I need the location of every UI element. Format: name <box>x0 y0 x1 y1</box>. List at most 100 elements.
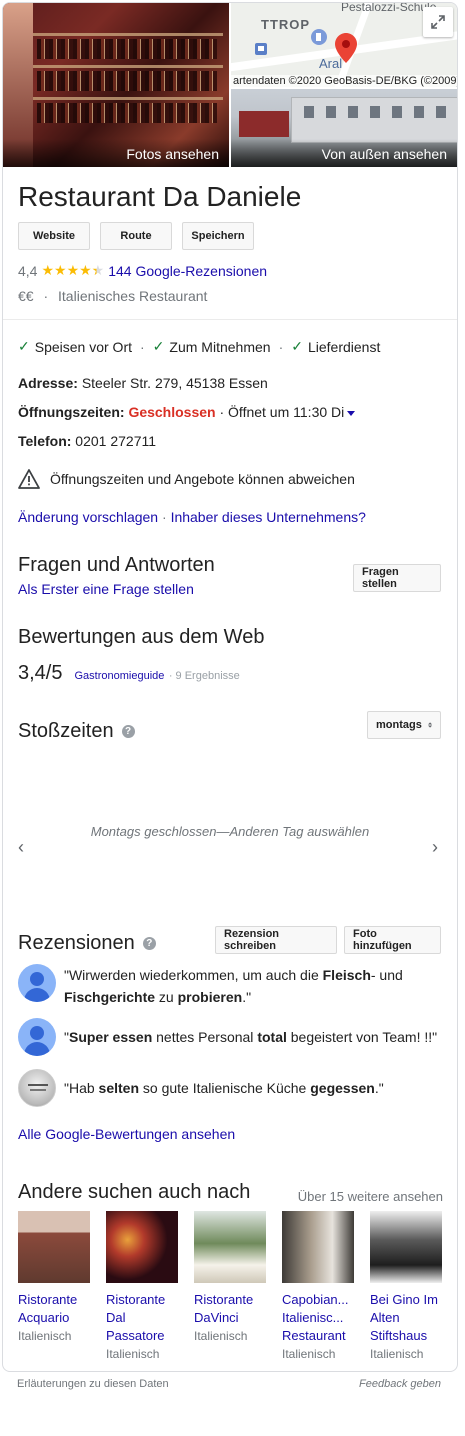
save-button[interactable]: Speichern <box>182 222 254 250</box>
rating-row: 4,4 ★★★★★ 144 Google-Rezensionen <box>18 262 267 279</box>
more-results-link[interactable]: Über 15 weitere ansehen <box>298 1189 443 1204</box>
other-thumbnail <box>18 1211 90 1283</box>
other-name: Ristorante DaVinci <box>194 1292 254 1325</box>
phone-value[interactable]: 0201 272711 <box>75 433 156 449</box>
all-reviews-link[interactable]: Alle Google-Bewertungen ansehen <box>18 1126 235 1142</box>
other-restaurant[interactable]: Bei Gino Im Alten Stiftshaus Italienisch <box>370 1211 442 1363</box>
photo-shelf <box>33 33 223 36</box>
service-dine-in: Speisen vor Ort <box>34 338 132 355</box>
photo-window <box>326 106 336 118</box>
other-restaurant[interactable]: Ristorante DaVinci Italienisch <box>194 1211 266 1363</box>
hours-warning: Öffnungszeiten und Angebote können abwei… <box>18 469 355 489</box>
service-separator: · <box>278 338 284 355</box>
price-level: €€ <box>18 288 34 304</box>
caret-down-icon[interactable] <box>347 410 356 416</box>
other-category: Italienisch <box>194 1329 248 1343</box>
exterior-caption[interactable]: Von außen ansehen <box>231 139 457 167</box>
service-takeaway: Zum Mitnehmen <box>169 338 271 355</box>
write-review-button[interactable]: Rezension schreiben <box>215 926 337 954</box>
photo-window <box>414 106 424 118</box>
hours-label: Öffnungszeiten: <box>18 404 125 420</box>
other-category: Italienisch <box>282 1347 336 1361</box>
chevron-right-icon[interactable]: › <box>432 837 438 858</box>
review-snippet[interactable]: "Hab selten so gute Italienische Küche g… <box>18 1069 443 1107</box>
business-name: Restaurant Da Daniele <box>18 181 302 212</box>
others-list: Ristorante Acquario Italienisch Ristoran… <box>18 1211 442 1363</box>
suggest-edit-link[interactable]: Änderung vorschlagen <box>18 509 158 525</box>
route-button[interactable]: Route <box>100 222 172 250</box>
hours-next: · Öffnet um 11:30 Di <box>219 404 345 420</box>
photo-window <box>304 106 314 118</box>
check-icon: ✓ <box>18 338 30 354</box>
rating-value: 4,4 <box>18 262 38 279</box>
help-icon[interactable]: ? <box>121 725 135 739</box>
divider <box>3 319 457 320</box>
web-source-count: · 9 Ergebnisse <box>168 670 240 682</box>
photo-window <box>348 106 358 118</box>
web-source-link[interactable]: Gastronomieguide <box>74 670 164 682</box>
popular-times-title: Stoßzeiten? <box>18 720 135 743</box>
address-value[interactable]: Steeler Str. 279, 45138 Essen <box>82 375 268 391</box>
other-category: Italienisch <box>106 1347 160 1361</box>
web-score-row: 3,4/5 Gastronomieguide · 9 Ergebnisse <box>18 662 240 685</box>
other-restaurant[interactable]: Ristorante Dal Passatore Italienisch <box>106 1211 178 1363</box>
interior-photo[interactable]: Fotos ansehen <box>3 3 229 167</box>
fuel-icon <box>311 29 327 45</box>
exterior-photo[interactable]: Von außen ansehen <box>231 89 457 167</box>
add-photo-button[interactable]: Foto hinzufügen <box>344 926 441 954</box>
action-buttons: Website Route Speichern <box>18 222 254 250</box>
owner-link[interactable]: Inhaber dieses Unternehmens? <box>171 509 366 525</box>
popular-times-message[interactable]: Montags geschlossen—Anderen Tag auswähle… <box>3 824 457 839</box>
help-icon[interactable]: ? <box>142 937 156 951</box>
feedback-link[interactable]: Feedback geben <box>359 1378 441 1390</box>
service-separator: · <box>140 338 145 355</box>
review-text: "Super essen nettes Personal total begei… <box>64 1029 438 1045</box>
other-name: Ristorante Dal Passatore <box>106 1292 166 1343</box>
check-icon: ✓ <box>291 338 303 354</box>
category-row: €€ · Italienisches Restaurant <box>18 288 207 304</box>
popular-times-label: Stoßzeiten <box>18 720 114 742</box>
map-area-label: TTROP <box>261 17 311 32</box>
phone-label: Telefon: <box>18 433 72 449</box>
photo-window <box>392 106 402 118</box>
edit-links: Änderung vorschlagen · Inhaber dieses Un… <box>18 509 366 525</box>
avatar-icon <box>18 1018 56 1056</box>
review-snippet[interactable]: "Wirwerden wiederkommen, um auch die Fle… <box>18 964 443 1008</box>
map-pin-icon <box>335 33 357 63</box>
data-explanation-link[interactable]: Erläuterungen zu diesen Daten <box>17 1378 169 1390</box>
photo-shelf <box>33 97 223 100</box>
chevron-left-icon[interactable]: ‹ <box>18 837 24 858</box>
web-score: 3,4/5 <box>18 662 63 684</box>
day-selector-label: montags <box>376 719 422 731</box>
photo-awning <box>239 111 289 137</box>
service-delivery: Lieferdienst <box>307 338 381 355</box>
hours-row[interactable]: Öffnungszeiten: Geschlossen · Öffnet um … <box>18 404 356 420</box>
photos-caption[interactable]: Fotos ansehen <box>3 139 229 167</box>
other-thumbnail <box>282 1211 354 1283</box>
service-options: ✓ Speisen vor Ort · ✓ Zum Mitnehmen · ✓ … <box>18 338 380 355</box>
review-snippet[interactable]: "Super essen nettes Personal total begei… <box>18 1018 443 1056</box>
ask-first-link[interactable]: Als Erster eine Frage stellen <box>18 581 194 597</box>
reviews-label: Rezensionen <box>18 932 135 954</box>
ask-question-button[interactable]: Fragen stellen <box>353 564 441 592</box>
star-icons: ★★★★★ <box>41 262 105 278</box>
warning-icon <box>18 469 40 489</box>
website-button[interactable]: Website <box>18 222 90 250</box>
reviews-link[interactable]: 144 Google-Rezensionen <box>108 263 267 279</box>
check-icon: ✓ <box>152 338 165 354</box>
edit-links-separator: · <box>162 509 167 525</box>
transit-icon <box>255 43 267 55</box>
avatar-icon <box>18 964 56 1002</box>
qa-title: Fragen und Antworten <box>18 554 215 576</box>
map-thumbnail[interactable]: TTROP Pestalozzi-Schule Aral artendaten … <box>231 3 457 87</box>
footer: Erläuterungen zu diesen Daten Feedback g… <box>17 1378 441 1390</box>
expand-map-button[interactable] <box>423 7 453 37</box>
day-selector[interactable]: montags <box>367 711 441 739</box>
category-separator: · <box>43 288 49 304</box>
other-restaurant[interactable]: Capobian... Italienisc... Restaurant Ita… <box>282 1211 354 1363</box>
photo-window <box>436 106 446 118</box>
other-category: Italienisch <box>18 1329 72 1343</box>
address-label: Adresse: <box>18 375 78 391</box>
category-label: Italienisches Restaurant <box>58 288 208 304</box>
other-restaurant[interactable]: Ristorante Acquario Italienisch <box>18 1211 90 1363</box>
